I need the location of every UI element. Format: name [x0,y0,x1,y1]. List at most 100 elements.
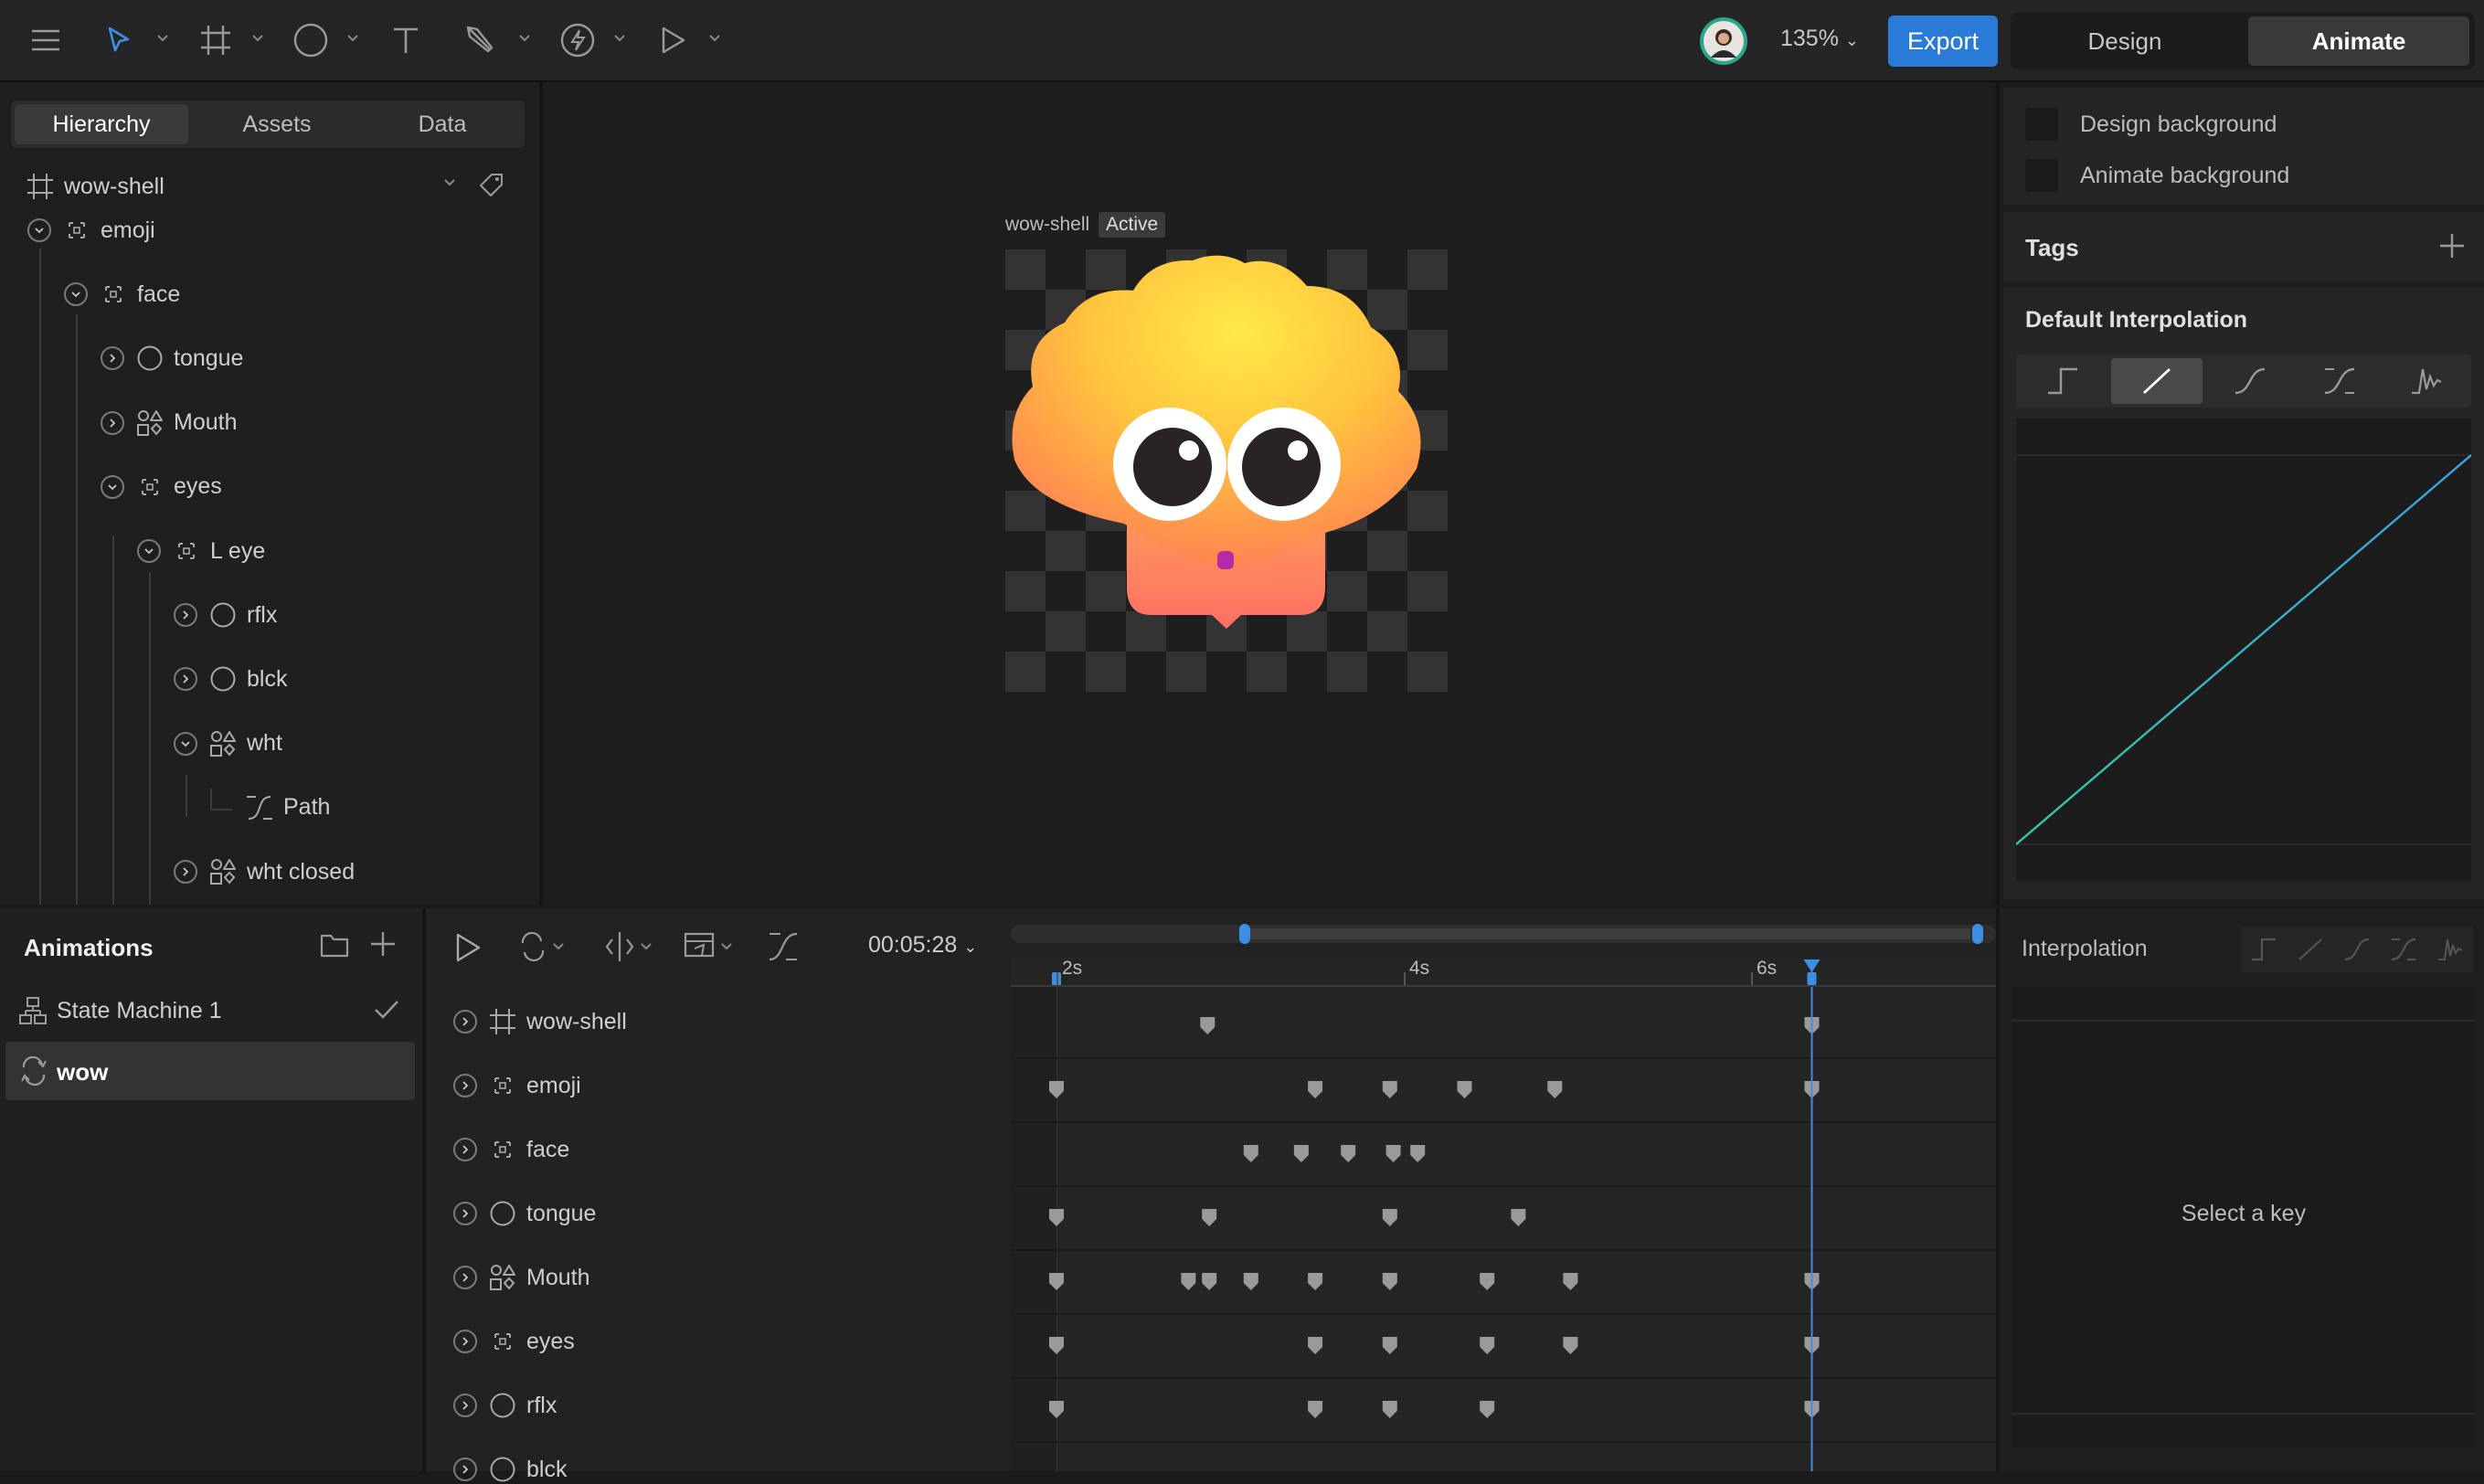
chevron-down-icon[interactable] [442,175,457,190]
folder-icon[interactable] [320,932,349,958]
keyframe[interactable] [1382,1273,1397,1290]
timeline-track[interactable]: eyes [453,1327,575,1356]
cubic-interpolation-icon[interactable] [2342,937,2372,962]
animation-item-state-machine[interactable]: State Machine 1 [5,981,415,1038]
timeline-track[interactable]: tongue [453,1199,596,1228]
keyframe[interactable] [1385,1145,1401,1162]
tree-row[interactable]: Mouth [101,405,237,441]
avatar[interactable] [1700,17,1747,65]
keyframe[interactable] [1511,1209,1526,1226]
tree-row[interactable]: wht [174,726,282,762]
range-end-handle[interactable] [1972,924,1983,944]
export-button[interactable]: Export [1888,16,1998,67]
chevron-down-icon[interactable] [174,731,197,756]
timeline-track[interactable]: blck [453,1455,567,1484]
chevron-right-icon[interactable] [453,1202,477,1225]
keyframe[interactable] [1308,1401,1323,1418]
timeline-track[interactable]: wow-shell [453,1007,627,1036]
stage-canvas[interactable]: wow-shell Active [543,82,1992,905]
snap-keys-icon[interactable] [605,930,653,963]
tab-hierarchy[interactable]: Hierarchy [15,104,188,144]
timeline-track[interactable]: emoji [453,1071,581,1100]
cubic-interpolation-icon[interactable] [2206,358,2294,404]
keyframe[interactable] [1181,1273,1196,1290]
time-display[interactable]: 00:05:28 ⌄ [868,932,977,959]
timeline-view-icon[interactable] [684,930,735,963]
keyframe[interactable] [1410,1145,1426,1162]
artboard-tool-icon[interactable] [194,18,238,62]
animation-item-wow[interactable]: wow [5,1042,415,1100]
chevron-down-icon[interactable] [101,474,124,499]
keyframe[interactable] [1480,1401,1495,1418]
hold-interpolation-icon[interactable] [2249,937,2278,962]
tree-row[interactable]: emoji [27,212,155,249]
animate-mode-button[interactable]: Animate [2248,16,2469,66]
timeline-range-handle[interactable] [1245,928,1970,939]
linear-interpolation-icon[interactable] [2111,358,2203,404]
elastic-interpolation-icon[interactable] [2385,358,2468,404]
curve-editor-icon[interactable] [766,930,801,963]
play-icon[interactable] [651,18,695,62]
add-tag-icon[interactable] [2438,232,2466,260]
chevron-down-icon[interactable] [64,282,88,307]
hold-interpolation-icon[interactable] [2023,358,2102,404]
keyframe[interactable] [1382,1337,1397,1354]
chevron-down-icon[interactable] [155,31,170,46]
chevron-right-icon[interactable] [174,860,197,884]
tree-row[interactable]: blck [174,661,287,697]
keyframe[interactable] [1243,1273,1258,1290]
animate-background-swatch[interactable] [2025,159,2058,192]
timeline-track[interactable]: Mouth [453,1263,589,1292]
keyframe[interactable] [1480,1273,1495,1290]
chevron-down-icon[interactable] [137,539,161,563]
design-background-swatch[interactable] [2025,108,2058,141]
keyframe[interactable] [1308,1337,1323,1354]
linear-interpolation-icon[interactable] [2296,937,2325,962]
tree-row[interactable]: tongue [101,340,243,376]
play-icon[interactable] [453,932,483,963]
procedural-tool-icon[interactable] [556,18,600,62]
tree-row[interactable]: Path [210,788,330,826]
keyframe[interactable] [1202,1273,1217,1290]
keyframe[interactable] [1382,1081,1397,1098]
keyframe[interactable] [1382,1401,1397,1418]
design-mode-button[interactable]: Design [2016,16,2234,66]
keyframe[interactable] [1308,1081,1323,1098]
tree-row[interactable]: L eye [137,533,265,569]
pen-tool-icon[interactable] [459,18,503,62]
zoom-level[interactable]: 135% ⌄ [1780,26,1859,52]
tag-icon[interactable] [479,172,504,197]
artboard-selector[interactable]: wow-shell [26,168,519,205]
chevron-right-icon[interactable] [174,603,197,628]
keyframe[interactable] [1547,1081,1563,1098]
keyframe[interactable] [1563,1273,1578,1290]
chevron-down-icon[interactable] [27,218,51,242]
menu-icon[interactable] [24,18,68,62]
keyframe[interactable] [1341,1145,1356,1162]
timeline-track[interactable]: rflx [453,1391,557,1420]
tab-data[interactable]: Data [362,104,523,144]
keyframe[interactable] [1308,1273,1323,1290]
chevron-down-icon[interactable] [612,31,627,46]
range-start-handle[interactable] [1239,924,1250,944]
text-tool-icon[interactable] [384,18,428,62]
tree-row[interactable]: eyes [101,469,222,505]
keyframe[interactable] [1243,1145,1258,1162]
artboard-label[interactable]: wow-shell [1005,214,1089,236]
artboard[interactable] [1005,249,1448,692]
chevron-down-icon[interactable] [345,31,360,46]
add-animation-icon[interactable] [369,930,397,958]
select-tool-icon[interactable] [97,18,141,62]
ellipse-tool-icon[interactable] [289,18,333,62]
chevron-right-icon[interactable] [453,1138,477,1161]
keyframe-area[interactable] [1011,958,1996,1471]
tree-row[interactable]: wht closed [174,853,355,890]
keyframe[interactable] [1382,1209,1397,1226]
chevron-right-icon[interactable] [174,667,197,692]
chevron-right-icon[interactable] [453,1330,477,1353]
chevron-right-icon[interactable] [101,346,124,371]
chevron-right-icon[interactable] [453,1010,477,1034]
tree-row[interactable]: rflx [174,597,277,633]
keyframe[interactable] [1457,1081,1472,1098]
chevron-right-icon[interactable] [101,410,124,435]
